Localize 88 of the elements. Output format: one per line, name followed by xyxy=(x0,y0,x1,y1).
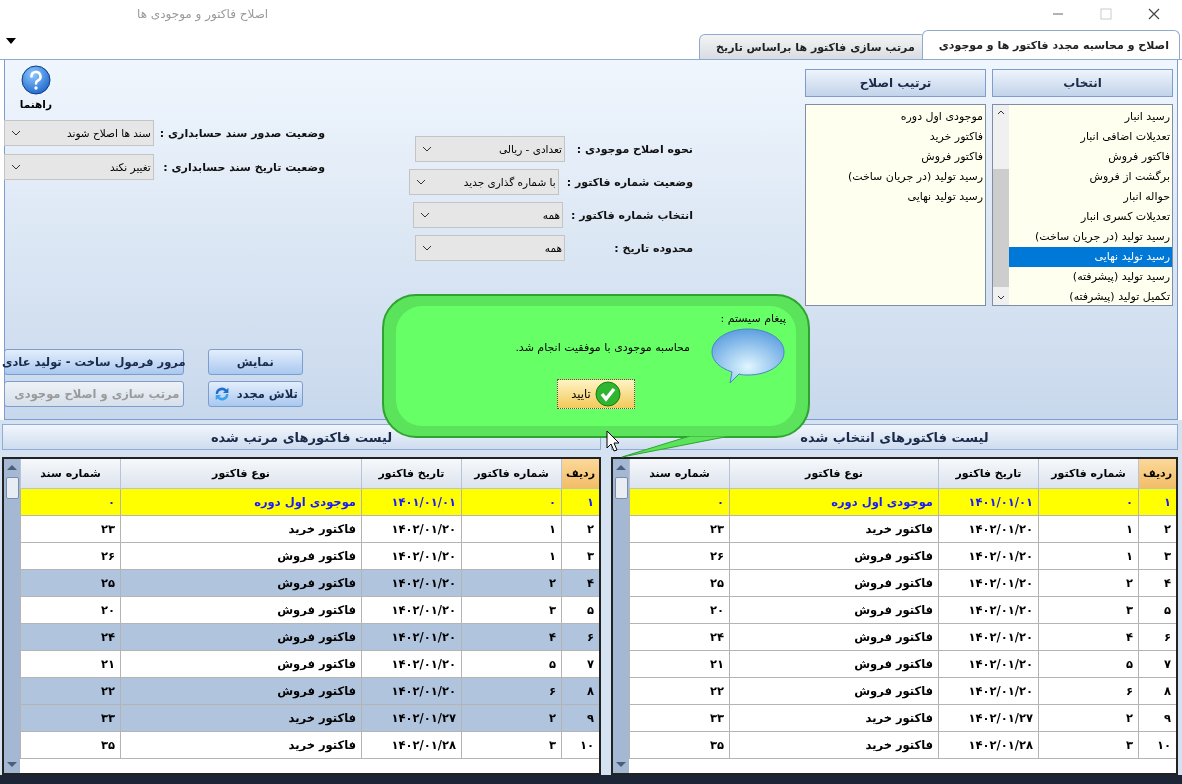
dropdown[interactable]: سند ها اصلاح شوند xyxy=(3,120,154,146)
table-row[interactable]: ۴ ۲ ۱۴۰۲/۰۱/۲۰ فاکتور فروش ۲۵ xyxy=(629,570,1176,597)
field-label: انتخاب شماره فاکتور : xyxy=(571,208,693,222)
list-item[interactable]: فاکتور فروش xyxy=(1009,147,1172,167)
chevron-icon xyxy=(420,212,430,218)
scroll-thumb[interactable] xyxy=(993,169,1009,287)
table-row[interactable]: ۵ ۳ ۱۴۰۲/۰۱/۲۰ فاکتور فروش ۲۰ xyxy=(20,597,599,624)
table-row[interactable]: ۹ ۲ ۱۴۰۲/۰۱/۲۷ فاکتور خرید ۳۳ xyxy=(629,705,1176,732)
confirm-button[interactable]: تایید xyxy=(557,379,635,409)
list-item[interactable]: تعدیلات کسری انبار xyxy=(1009,207,1172,227)
check-icon xyxy=(594,381,621,407)
action-button[interactable]: تلاش مجدد xyxy=(207,381,303,407)
cursor-icon xyxy=(606,430,620,452)
chevron-icon xyxy=(10,130,21,136)
dropdown[interactable]: همه xyxy=(413,202,563,228)
table-row[interactable]: ۶ ۴ ۱۴۰۲/۰۱/۲۰ فاکتور فروش ۲۴ xyxy=(20,624,599,651)
table-row[interactable]: ۲ ۱ ۱۴۰۲/۰۱/۲۰ فاکتور خرید ۲۳ xyxy=(20,516,599,543)
table-row[interactable]: ۷ ۵ ۱۴۰۲/۰۱/۲۰ فاکتور فروش ۲۱ xyxy=(629,651,1176,678)
list-item[interactable]: تعدیلات اضافی انبار xyxy=(1009,127,1172,147)
list-header[interactable]: انتخاب xyxy=(992,69,1173,97)
list-item[interactable]: تکمیل تولید (پیشرفته) xyxy=(1009,287,1172,307)
table-row[interactable]: ۶ ۴ ۱۴۰۲/۰۱/۲۰ فاکتور فروش ۲۴ xyxy=(629,624,1176,651)
table-row[interactable]: ۵ ۳ ۱۴۰۲/۰۱/۲۰ فاکتور فروش ۲۰ xyxy=(629,597,1176,624)
list-item[interactable]: رسید تولید (در جریان ساخت) xyxy=(1009,227,1172,247)
table-row[interactable]: ۹ ۲ ۱۴۰۲/۰۱/۲۷ فاکتور خرید ۳۳ xyxy=(20,705,599,732)
list-item[interactable]: رسید تولید نهایی xyxy=(1009,247,1172,267)
chevron-icon xyxy=(422,146,432,152)
message-text: محاسبه موجودی با موفقیت انجام شد. xyxy=(515,340,690,354)
list-item[interactable]: برگشت از فروش xyxy=(1009,167,1172,187)
column-header[interactable]: ردیف xyxy=(561,459,599,489)
table-cell: ۳ xyxy=(1038,732,1138,759)
field-label: وضعیت شماره فاکتور : xyxy=(566,175,693,189)
scroll-up-icon[interactable] xyxy=(996,109,1006,115)
dropdown-arrow-icon[interactable] xyxy=(6,37,16,44)
table-row[interactable]: ۳ ۱ ۱۴۰۲/۰۱/۲۰ فاکتور فروش ۲۶ xyxy=(629,543,1176,570)
table-row[interactable]: ۱ ۰ ۱۴۰۱/۰۱/۰۱ موجودی اول دوره ۰ xyxy=(20,489,599,516)
dropdown[interactable]: تعدادی - ریالی xyxy=(415,136,565,162)
dropdown[interactable]: تغییر نکند xyxy=(3,154,154,180)
table-row[interactable]: ۷ ۵ ۱۴۰۲/۰۱/۲۰ فاکتور فروش ۲۱ xyxy=(20,651,599,678)
table-cell: فاکتور خرید xyxy=(729,732,938,759)
field-label: نحوه اصلاح موجودی : xyxy=(575,142,693,156)
scrollbar[interactable] xyxy=(613,459,629,773)
help-label: راهنما xyxy=(19,98,52,110)
scroll-thumb[interactable] xyxy=(614,477,628,499)
list-item[interactable]: حواله انبار xyxy=(1009,187,1172,207)
scrollbar[interactable] xyxy=(993,105,1009,305)
scroll-thumb[interactable] xyxy=(5,477,19,499)
table-row[interactable]: ۲ ۱ ۱۴۰۲/۰۱/۲۰ فاکتور خرید ۲۳ xyxy=(629,516,1176,543)
action-button[interactable]: مرور فرمول ساخت - تولید عادی xyxy=(3,349,184,375)
table-cell: فاکتور خرید xyxy=(120,732,361,759)
table-row[interactable]: ۴ ۲ ۱۴۰۲/۰۱/۲۰ فاکتور فروش ۲۵ xyxy=(20,570,599,597)
list-header[interactable]: ترتیب اصلاح xyxy=(805,69,986,97)
table-cell: ۱۴۰۲/۰۱/۲۸ xyxy=(361,732,461,759)
chevron-icon xyxy=(415,179,426,185)
table-row[interactable]: ۱۰ ۳ ۱۴۰۲/۰۱/۲۸ فاکتور خرید ۳۵ xyxy=(20,732,599,759)
table-row[interactable]: ۸ ۶ ۱۴۰۲/۰۱/۲۰ فاکتور فروش ۲۲ xyxy=(20,678,599,705)
help-icon[interactable] xyxy=(20,65,51,95)
table-cell: ۱۰ xyxy=(561,732,599,759)
table-row[interactable]: ۱۰ ۳ ۱۴۰۲/۰۱/۲۸ فاکتور خرید ۳۵ xyxy=(629,732,1176,759)
list-item[interactable]: فاکتور خرید xyxy=(806,127,985,147)
message-title: پیغام سیستم : xyxy=(720,312,786,325)
speech-bubble-icon xyxy=(710,327,786,385)
list-item[interactable]: فاکتور فروش xyxy=(806,147,985,167)
field-label: وضعیت تاریخ سند حسابداری : xyxy=(162,160,325,174)
chevron-icon xyxy=(10,164,21,170)
dropdown[interactable]: با شماره گذاری جدید xyxy=(408,169,559,195)
list-item[interactable]: رسید تولید (در جریان ساخت) xyxy=(806,167,985,187)
list-item[interactable]: رسید تولید (پیشرفته) xyxy=(1009,267,1172,287)
list-item[interactable]: رسید انبار xyxy=(1009,107,1172,127)
chevron-icon xyxy=(422,245,432,251)
table-cell: ۱۴۰۲/۰۱/۲۸ xyxy=(938,732,1038,759)
column-header[interactable]: ردیف xyxy=(1138,459,1176,489)
table-cell: ۳ xyxy=(461,732,561,759)
list-item[interactable]: رسید تولید نهایی xyxy=(806,187,985,207)
window-title: اصلاح فاکتور و موجودی ها xyxy=(137,7,269,21)
table-row[interactable]: ۱ ۰ ۱۴۰۱/۰۱/۰۱ موجودی اول دوره ۰ xyxy=(629,489,1176,516)
table-row[interactable]: ۳ ۱ ۱۴۰۲/۰۱/۲۰ فاکتور فروش ۲۶ xyxy=(20,543,599,570)
action-button[interactable]: نمایش xyxy=(207,349,303,375)
close-icon[interactable] xyxy=(1148,8,1160,20)
table-row[interactable]: ۸ ۶ ۱۴۰۲/۰۱/۲۰ فاکتور فروش ۲۲ xyxy=(629,678,1176,705)
list-item[interactable]: موجودی اول دوره xyxy=(806,107,985,127)
scrollbar[interactable] xyxy=(4,459,20,773)
scroll-down-icon[interactable] xyxy=(996,295,1006,301)
table-cell: ۱۰ xyxy=(1138,732,1176,759)
field-label: محدوده تاریخ : xyxy=(613,241,693,255)
field-label: وضعیت صدور سند حسابداری : xyxy=(159,126,325,140)
tab[interactable]: اصلاح و محاسبه مجدد فاکتور ها و موجودی xyxy=(921,30,1180,59)
dropdown[interactable]: همه xyxy=(415,235,565,261)
